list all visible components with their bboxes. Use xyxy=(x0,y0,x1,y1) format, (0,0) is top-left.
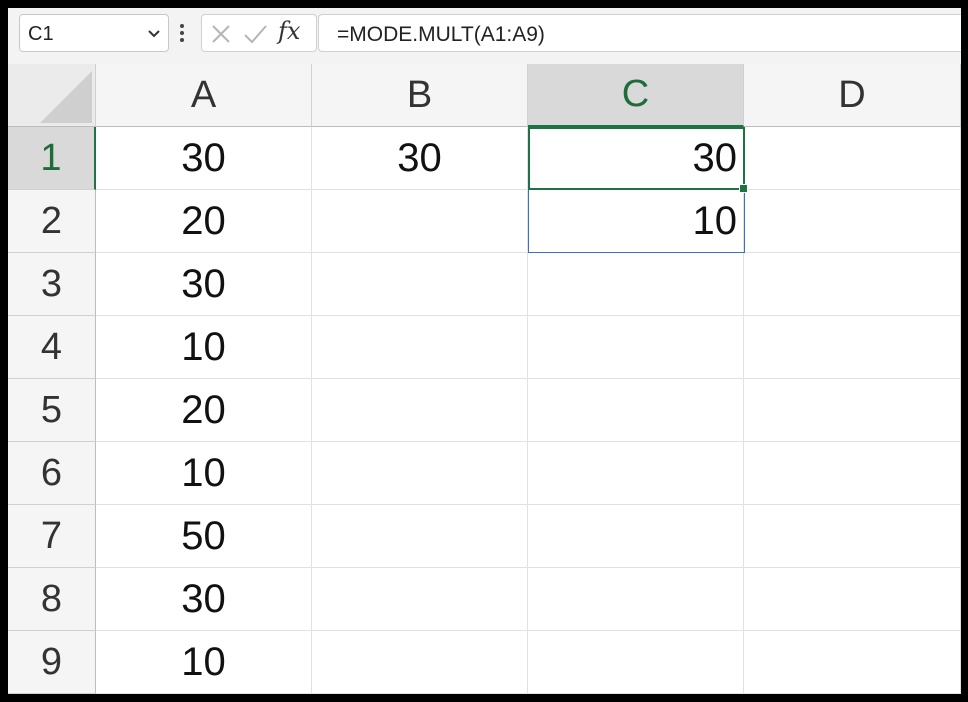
row-header-8[interactable]: 8 xyxy=(8,568,96,631)
row-header-2[interactable]: 2 xyxy=(8,190,96,253)
cell-d7[interactable] xyxy=(744,505,961,568)
formula-buttons: fx xyxy=(201,14,317,52)
cell-a3[interactable]: 30 xyxy=(96,253,312,316)
cell-d4[interactable] xyxy=(744,316,961,379)
cell-d3[interactable] xyxy=(744,253,961,316)
name-box-value: C1 xyxy=(28,23,54,45)
chevron-down-icon[interactable] xyxy=(146,25,162,41)
cell-a2[interactable]: 20 xyxy=(96,190,312,253)
cell-c6[interactable] xyxy=(528,442,744,505)
cell-b9[interactable] xyxy=(312,631,528,694)
cell-a4[interactable]: 10 xyxy=(96,316,312,379)
cell-d1[interactable] xyxy=(744,127,961,190)
enter-icon[interactable] xyxy=(242,21,268,47)
cell-c7[interactable] xyxy=(528,505,744,568)
cell-c5[interactable] xyxy=(528,379,744,442)
cell-d9[interactable] xyxy=(744,631,961,694)
cancel-icon[interactable] xyxy=(208,21,234,47)
row-header-3[interactable]: 3 xyxy=(8,253,96,316)
cell-b3[interactable] xyxy=(312,253,528,316)
row-header-1[interactable]: 1 xyxy=(8,127,96,190)
column-header-a[interactable]: A xyxy=(96,64,312,127)
cell-b2[interactable] xyxy=(312,190,528,253)
cell-d5[interactable] xyxy=(744,379,961,442)
select-all-triangle-icon xyxy=(40,71,92,123)
cell-b5[interactable] xyxy=(312,379,528,442)
cell-c9[interactable] xyxy=(528,631,744,694)
cell-b8[interactable] xyxy=(312,568,528,631)
formula-text: =MODE.MULT(A1:A9) xyxy=(337,23,545,46)
cell-c1[interactable]: 30 xyxy=(528,127,744,190)
column-header-b[interactable]: B xyxy=(312,64,528,127)
cell-a9[interactable]: 10 xyxy=(96,631,312,694)
cell-a5[interactable]: 20 xyxy=(96,379,312,442)
row-header-4[interactable]: 4 xyxy=(8,316,96,379)
row-header-5[interactable]: 5 xyxy=(8,379,96,442)
formula-input[interactable]: =MODE.MULT(A1:A9) xyxy=(318,14,961,52)
cell-a8[interactable]: 30 xyxy=(96,568,312,631)
cell-a7[interactable]: 50 xyxy=(96,505,312,568)
worksheet-grid: A B C D 1 2 3 4 5 6 7 8 9 30 20 30 10 20… xyxy=(8,64,961,694)
cell-c3[interactable] xyxy=(528,253,744,316)
row-header-9[interactable]: 9 xyxy=(8,631,96,694)
cell-b1[interactable]: 30 xyxy=(312,127,528,190)
column-header-d[interactable]: D xyxy=(744,64,961,127)
insert-function-icon[interactable]: fx xyxy=(278,17,308,45)
column-header-c[interactable]: C xyxy=(528,64,744,127)
cell-a6[interactable]: 10 xyxy=(96,442,312,505)
row-header-6[interactable]: 6 xyxy=(8,442,96,505)
more-options-icon[interactable] xyxy=(176,20,188,46)
cell-b6[interactable] xyxy=(312,442,528,505)
cell-d8[interactable] xyxy=(744,568,961,631)
select-all-button[interactable] xyxy=(8,64,96,127)
cell-b7[interactable] xyxy=(312,505,528,568)
excel-window: C1 fx =MODE.MULT(A1:A9) A B C D 1 2 3 4 … xyxy=(8,8,961,694)
cell-c4[interactable] xyxy=(528,316,744,379)
formula-bar: C1 fx =MODE.MULT(A1:A9) xyxy=(8,8,961,65)
cell-c2[interactable]: 10 xyxy=(528,190,744,253)
cell-d2[interactable] xyxy=(744,190,961,253)
cell-d6[interactable] xyxy=(744,442,961,505)
row-header-7[interactable]: 7 xyxy=(8,505,96,568)
cell-b4[interactable] xyxy=(312,316,528,379)
name-box[interactable]: C1 xyxy=(19,14,169,52)
cell-c8[interactable] xyxy=(528,568,744,631)
cell-a1[interactable]: 30 xyxy=(96,127,312,190)
